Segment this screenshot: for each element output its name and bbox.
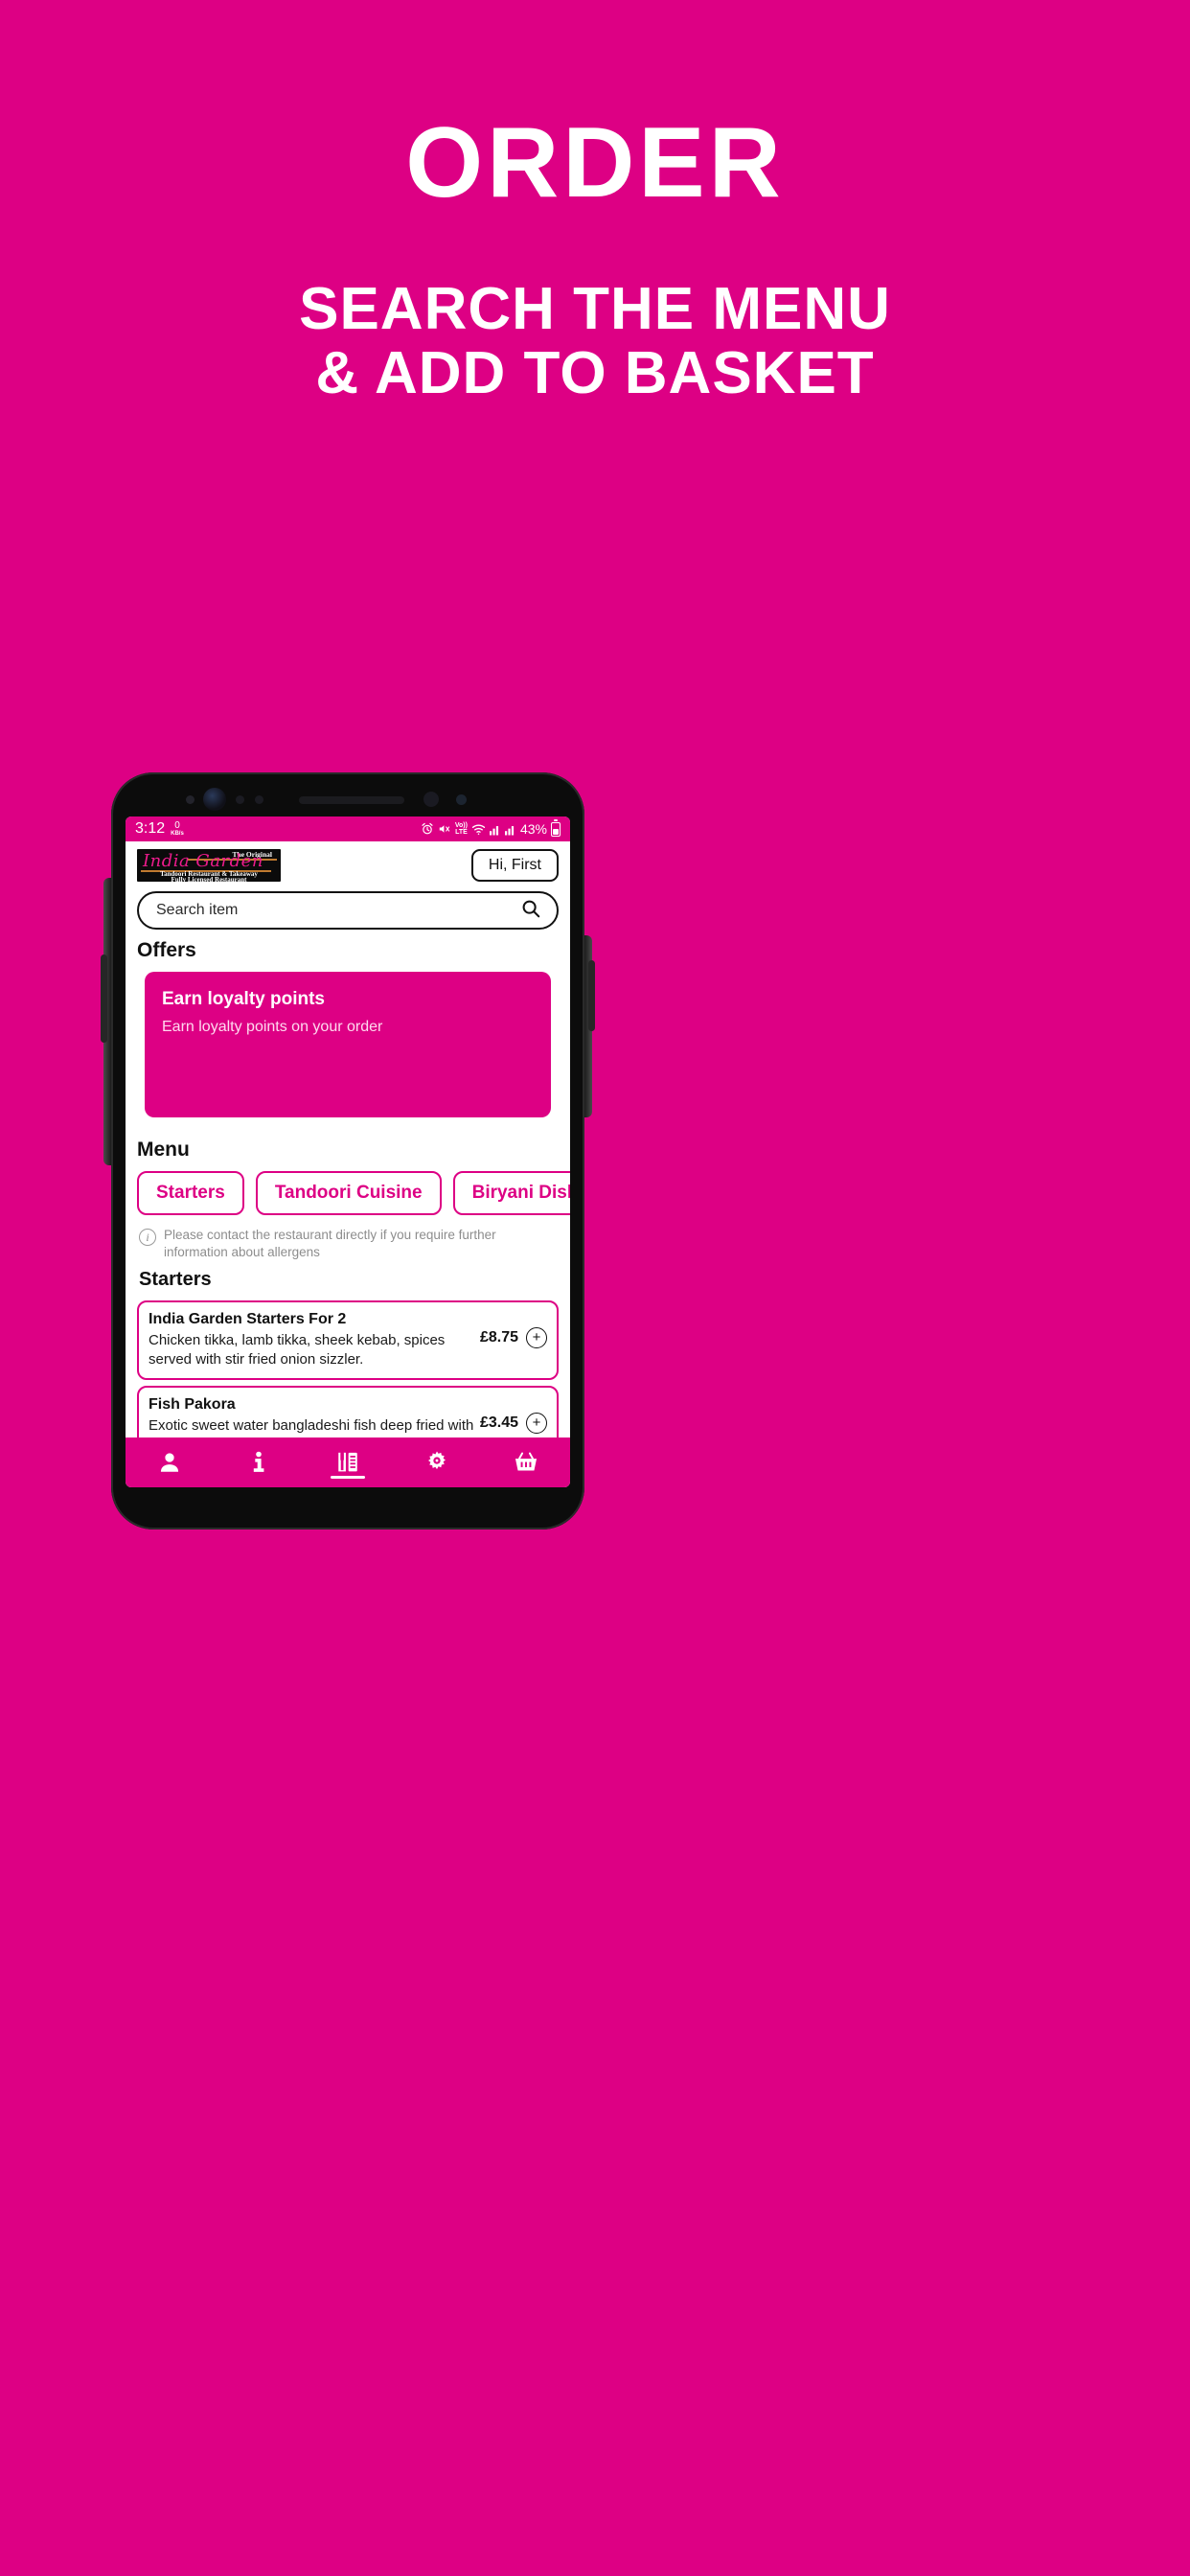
signal-icon [504,823,516,836]
search-placeholder: Search item [156,902,239,918]
network-speed-unit: KB/s [171,831,184,837]
offer-card[interactable]: Earn loyalty points Earn loyalty points … [145,972,551,1117]
status-bar: 3:12 0 KB/s Vo)) LTE 43% [126,816,570,841]
app-header: The Original India Garden Tandoori Resta… [126,841,570,887]
menu-item[interactable]: India Garden Starters For 2 Chicken tikk… [137,1300,559,1381]
menu-item-right: £3.45 + [479,1395,547,1435]
menu-item-main: India Garden Starters For 2 Chicken tikk… [149,1310,474,1368]
menu-item-right: £8.75 + [479,1310,547,1349]
status-bar-right: Vo)) LTE 43% [421,819,561,837]
allergen-notice: i Please contact the restaurant directly… [126,1215,570,1261]
sensor-icon [255,795,263,804]
basket-icon [514,1450,538,1475]
nav-item-basket[interactable] [497,1438,555,1487]
phone-screen: 3:12 0 KB/s Vo)) LTE 43% The Original In… [126,816,570,1487]
logo-sub-2: Fully Licensed Restaurant [171,876,247,882]
promo-subtitle-line-2: & ADD TO BASKET [315,339,875,406]
menu-item-name: India Garden Starters For 2 [149,1311,347,1328]
network-speed-value: 0 [174,820,180,831]
promo-title: ORDER [405,107,785,218]
bottom-navigation [126,1438,570,1487]
status-bar-left: 3:12 0 KB/s [135,820,184,838]
search-section: Search item [126,887,570,930]
promo-banner: ORDER SEARCH THE MENU & ADD TO BASKET [0,0,1190,406]
menu-item-name: Fish Pakora [149,1396,236,1414]
category-tab-starters[interactable]: Starters [137,1171,244,1215]
alarm-icon [421,822,434,836]
person-icon [157,1450,182,1475]
phone-body: 3:12 0 KB/s Vo)) LTE 43% The Original In… [111,772,584,1530]
nav-item-account[interactable] [141,1438,198,1487]
category-tab-tandoori-cuisine[interactable]: Tandoori Cuisine [255,1171,442,1215]
promo-subtitle: SEARCH THE MENU & ADD TO BASKET [0,213,1190,406]
earpiece-speaker [299,796,404,804]
current-category-title: Starters [139,1269,212,1291]
menu-item-price: £3.45 [479,1414,518,1432]
account-button[interactable]: Hi, First [470,849,559,882]
menu-item-price: £8.75 [479,1329,518,1346]
add-item-button[interactable]: + [526,1413,547,1435]
menu-item-description: Chicken tikka, lamb tikka, sheek kebab, … [149,1332,446,1368]
restaurant-logo[interactable]: The Original India Garden Tandoori Resta… [137,849,281,882]
volume-button[interactable] [101,954,107,1043]
sensor-icon [186,795,195,804]
volte-top: Vo)) [454,822,468,829]
promo-subtitle-line-1: SEARCH THE MENU [299,276,891,342]
phone-sensor-row [111,784,584,816]
phone-mockup: 3:12 0 KB/s Vo)) LTE 43% The Original In… [101,772,595,1530]
menu-section-title: Menu [137,1138,190,1161]
nav-item-info[interactable] [230,1438,287,1487]
nav-active-indicator [330,1476,365,1479]
logo-name: India Garden [143,851,263,871]
status-time: 3:12 [135,820,166,837]
signal-icon [489,823,501,836]
volte-bottom: LTE [455,829,468,836]
category-tabs: Starters Tandoori Cuisine Biryani Dishes [126,1165,570,1215]
sensor-icon [236,795,244,804]
network-speed: 0 KB/s [171,820,184,838]
offer-description: Earn loyalty points on your order [162,1018,383,1035]
offer-title: Earn loyalty points [162,989,325,1009]
info-icon: i [139,1229,156,1246]
battery-icon [551,819,561,837]
iris-scanner-icon [423,792,439,807]
led-indicator-icon [456,794,467,805]
volte-icon: Vo)) LTE [455,822,468,836]
menu-book-icon [335,1450,360,1475]
gear-icon [424,1450,449,1475]
add-item-button[interactable]: + [526,1327,547,1349]
nav-item-menu[interactable] [319,1438,377,1487]
offers-section-title: Offers [137,939,196,961]
search-input[interactable]: Search item [137,891,559,930]
category-tab-biryani-dishes[interactable]: Biryani Dishes [452,1171,570,1215]
allergen-notice-text: Please contact the restaurant directly i… [164,1228,496,1260]
battery-percent: 43% [519,821,547,837]
wifi-icon [471,823,486,836]
front-camera-icon [203,788,226,811]
mute-icon [438,822,451,836]
search-icon[interactable] [520,898,541,924]
power-button[interactable] [588,960,595,1031]
info-icon [246,1450,271,1475]
nav-item-settings[interactable] [408,1438,466,1487]
